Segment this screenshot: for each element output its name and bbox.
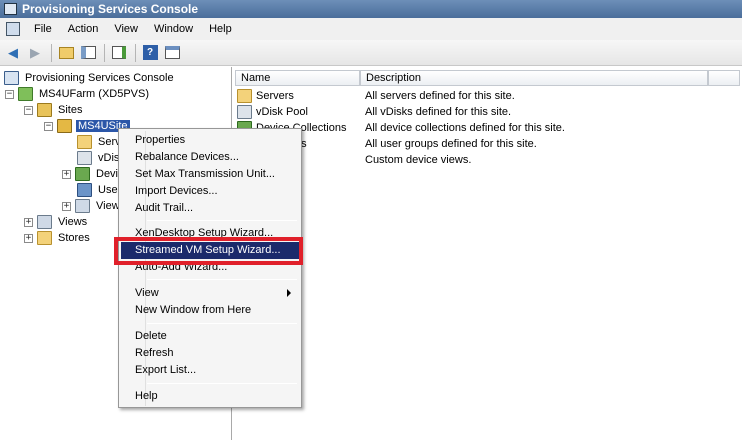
export-list-icon[interactable] xyxy=(109,43,129,63)
tree-item-farm[interactable]: − MS4UFarm (XD5PVS) xyxy=(5,86,151,102)
folder-icon xyxy=(77,135,92,149)
menu-item-new-window-from-here[interactable]: New Window from Here xyxy=(121,302,299,319)
menu-item-refresh[interactable]: Refresh xyxy=(121,345,299,362)
tree-item-stores[interactable]: + Stores xyxy=(24,230,92,246)
toolbar-separator xyxy=(135,43,136,62)
menu-view[interactable]: View xyxy=(106,18,146,40)
console-icon xyxy=(4,71,19,85)
menu-bar: File Action View Window Help xyxy=(0,18,742,40)
toolbar-separator xyxy=(104,43,105,62)
toolbar-separator xyxy=(51,43,52,62)
system-menu-icon[interactable] xyxy=(6,22,20,36)
views-icon xyxy=(37,215,52,229)
show-hide-tree-icon[interactable] xyxy=(78,43,98,63)
tree-item-sites[interactable]: − Sites xyxy=(24,102,84,118)
tree-item-site-views[interactable]: + View xyxy=(62,198,122,214)
list-item[interactable]: Custom device views. xyxy=(237,152,737,168)
menu-item-rebalance-devices[interactable]: Rebalance Devices... xyxy=(121,149,299,166)
vdisk-icon xyxy=(77,151,92,165)
list-item-description: All vDisks defined for this site. xyxy=(365,106,512,118)
context-menu: Properties Rebalance Devices... Set Max … xyxy=(118,128,302,408)
list-item-description: All servers defined for this site. xyxy=(365,90,515,102)
tree-item-root[interactable]: Provisioning Services Console xyxy=(4,70,176,86)
annotation-highlight-box xyxy=(114,237,303,265)
expand-icon[interactable]: + xyxy=(62,201,71,211)
tree-item-device-collections[interactable]: + Devi xyxy=(62,166,120,182)
properties-icon[interactable] xyxy=(162,43,182,63)
column-header-description[interactable]: Description xyxy=(360,70,708,86)
menu-item-properties[interactable]: Properties xyxy=(121,132,299,149)
users-icon xyxy=(77,183,92,197)
vdisk-icon xyxy=(237,105,252,119)
list-item-name: vDisk Pool xyxy=(256,106,308,118)
menu-item-audit-trail[interactable]: Audit Trail... xyxy=(121,200,299,217)
list-item[interactable]: vDisk Pool All vDisks defined for this s… xyxy=(237,104,737,120)
window-title: Provisioning Services Console xyxy=(22,2,199,16)
submenu-arrow-icon xyxy=(287,289,291,297)
menu-item-delete[interactable]: Delete xyxy=(121,328,299,345)
expand-icon[interactable]: + xyxy=(62,169,71,179)
list-pane: Name Description Servers All servers def… xyxy=(234,67,742,440)
collapse-icon[interactable]: − xyxy=(44,121,53,131)
devices-icon xyxy=(75,167,90,181)
menu-action[interactable]: Action xyxy=(60,18,107,40)
folder-icon xyxy=(37,231,52,245)
forward-icon[interactable]: ▶ xyxy=(25,43,45,63)
tree-label-sites: Sites xyxy=(58,104,83,116)
menu-separator xyxy=(147,323,297,324)
menu-window[interactable]: Window xyxy=(146,18,201,40)
menu-item-export-list[interactable]: Export List... xyxy=(121,362,299,379)
folder-icon xyxy=(237,89,252,103)
views-icon xyxy=(75,199,90,213)
menu-help[interactable]: Help xyxy=(201,18,240,40)
list-item[interactable]: ps All user groups defined for this site… xyxy=(237,136,737,152)
menu-item-view-label: View xyxy=(135,287,159,299)
help-icon[interactable]: ? xyxy=(140,43,160,63)
collapse-icon[interactable]: − xyxy=(5,89,14,99)
farm-icon xyxy=(18,87,33,101)
column-header-filler xyxy=(708,70,740,86)
menu-separator xyxy=(147,383,297,384)
menu-item-set-max-transmission-unit[interactable]: Set Max Transmission Unit... xyxy=(121,166,299,183)
tree-item-views[interactable]: + Views xyxy=(24,214,89,230)
menu-item-view[interactable]: View xyxy=(121,285,299,302)
toolbar: ◀ ▶ ? xyxy=(0,40,742,66)
up-folder-icon[interactable] xyxy=(56,43,76,63)
list-item-name: Servers xyxy=(256,90,294,102)
list-item[interactable]: Device Collections All device collection… xyxy=(237,120,737,136)
app-icon xyxy=(4,3,17,15)
expand-icon[interactable]: + xyxy=(24,233,33,243)
menu-separator xyxy=(147,220,297,221)
title-bar: Provisioning Services Console xyxy=(0,0,742,18)
menu-item-help[interactable]: Help xyxy=(121,388,299,405)
menu-item-import-devices[interactable]: Import Devices... xyxy=(121,183,299,200)
collapse-icon[interactable]: − xyxy=(24,105,33,115)
list-item-description: Custom device views. xyxy=(365,154,472,166)
menu-file[interactable]: File xyxy=(26,18,60,40)
tree-item-servers[interactable]: Serv xyxy=(77,134,123,150)
tree-item-site[interactable]: − MS4USite xyxy=(44,118,130,134)
tree-item-user-groups[interactable]: User xyxy=(77,182,123,198)
column-header-name[interactable]: Name xyxy=(235,70,360,86)
tree-label-views: Views xyxy=(58,216,88,228)
tree-label-root: Provisioning Services Console xyxy=(25,72,174,84)
tree-label-device-collections: Devi xyxy=(96,168,119,180)
list-item[interactable]: Servers All servers defined for this sit… xyxy=(237,88,737,104)
site-icon xyxy=(57,119,72,133)
list-item-description: All user groups defined for this site. xyxy=(365,138,537,150)
tree-label-farm: MS4UFarm (XD5PVS) xyxy=(39,88,150,100)
back-icon[interactable]: ◀ xyxy=(3,43,23,63)
expand-icon[interactable]: + xyxy=(24,217,33,227)
sites-icon xyxy=(37,103,52,117)
menu-separator xyxy=(147,279,297,280)
list-item-description: All device collections defined for this … xyxy=(365,122,565,134)
tree-label-stores: Stores xyxy=(58,232,90,244)
